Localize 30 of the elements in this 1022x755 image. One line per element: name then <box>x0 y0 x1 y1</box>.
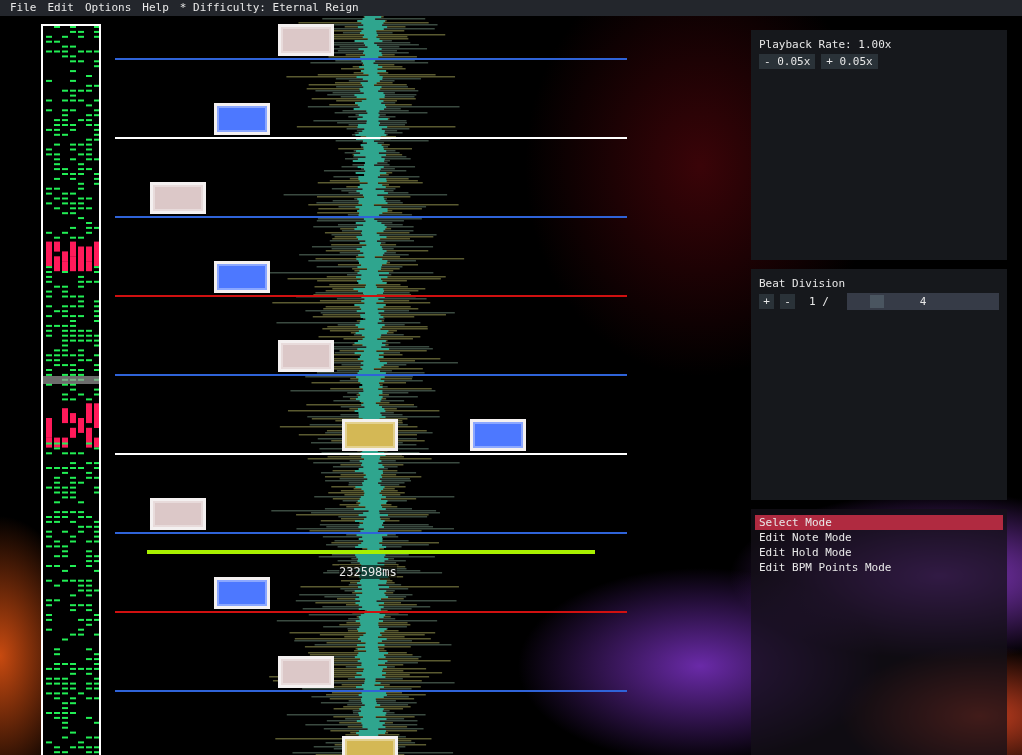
difficulty-title: * Difficulty: Eternal Reign <box>179 0 359 16</box>
menu-item[interactable]: Help <box>142 0 169 16</box>
note[interactable] <box>214 261 270 293</box>
division-prefix: 1 / <box>809 295 829 309</box>
note[interactable] <box>470 419 526 451</box>
menu-item[interactable]: Options <box>85 0 132 16</box>
note[interactable] <box>150 182 206 214</box>
mode-item[interactable]: Edit BPM Points Mode <box>755 559 1003 575</box>
step-button[interactable]: + <box>759 294 774 310</box>
slider-thumb[interactable] <box>869 295 884 309</box>
menu-item[interactable]: File <box>10 0 37 16</box>
mode-item[interactable]: Edit Hold Mode <box>755 544 1003 560</box>
note[interactable] <box>278 340 334 372</box>
mode-item[interactable]: Select Mode <box>755 514 1003 530</box>
rate-button[interactable]: + 0.05x <box>821 54 878 69</box>
note[interactable] <box>214 103 270 135</box>
division-slider[interactable]: 4 <box>846 293 999 311</box>
menu-item[interactable]: Edit <box>47 0 74 16</box>
beat-division-title: Beat Division <box>759 277 847 291</box>
step-button[interactable]: - <box>780 294 795 310</box>
slider-value: 4 <box>919 295 927 309</box>
playhead-time: 232598ms <box>339 565 397 579</box>
rate-button[interactable]: - 0.05x <box>759 54 816 69</box>
note[interactable] <box>278 656 334 688</box>
mode-item[interactable]: Edit Note Mode <box>755 529 1003 545</box>
note[interactable] <box>278 24 334 56</box>
playback-rate-label: Playback Rate: 1.00x <box>759 38 893 51</box>
note[interactable] <box>342 419 398 451</box>
note[interactable] <box>214 577 270 609</box>
note[interactable] <box>150 498 206 530</box>
